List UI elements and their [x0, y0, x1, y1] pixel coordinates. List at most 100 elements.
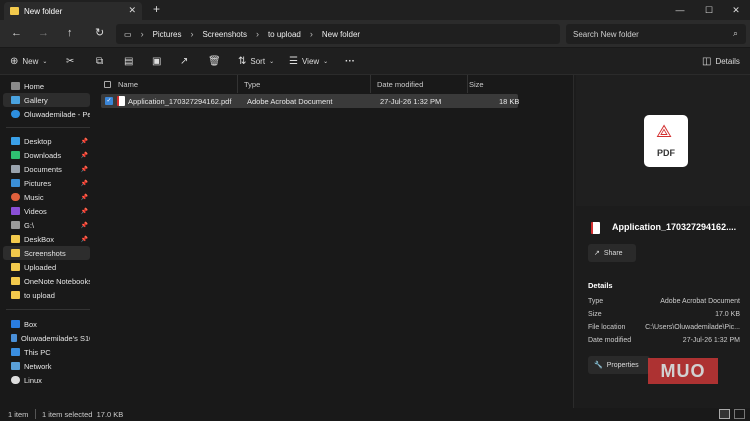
pin-icon: 📌	[80, 180, 88, 187]
sidebar-item-videos[interactable]: Videos 📌	[3, 204, 90, 218]
desktop-icon	[11, 137, 20, 145]
back-button[interactable]: ←	[11, 27, 22, 39]
pdf-file-icon	[117, 96, 125, 106]
breadcrumb-screenshots[interactable]: Screenshots	[202, 30, 246, 39]
details-pane-button[interactable]: ◫ Details	[702, 53, 740, 70]
sidebar-divider	[6, 309, 90, 310]
muo-watermark-logo: MUO	[648, 358, 718, 384]
close-window-button[interactable]: ✕	[722, 0, 750, 20]
select-all-checkbox[interactable]	[104, 80, 111, 88]
close-tab-icon[interactable]: ✕	[128, 5, 136, 16]
sidebar-item-to-upload[interactable]: to upload	[3, 288, 90, 302]
sidebar-item-gallery[interactable]: Gallery	[3, 93, 90, 107]
address-bar[interactable]: ▭ › Pictures › Screenshots › to upload ›…	[116, 24, 560, 44]
column-header-label: Size	[469, 79, 484, 89]
pdf-file-icon	[591, 222, 600, 234]
tiles-view-icon[interactable]	[734, 409, 745, 419]
sidebar-item-onedrive[interactable]: Oluwademilade - Per	[3, 107, 90, 121]
file-list: Name Type Date modified Size ✓ Applicati…	[92, 75, 572, 408]
copy-button[interactable]: ⧉	[96, 53, 103, 70]
breadcrumb-to-upload[interactable]: to upload	[268, 30, 301, 39]
sidebar-item-documents[interactable]: Documents 📌	[3, 162, 90, 176]
sort-label: Sort	[250, 57, 266, 66]
details-view-icon[interactable]	[719, 409, 730, 419]
sidebar-item-desktop[interactable]: Desktop 📌	[3, 134, 90, 148]
sort-button[interactable]: ⇅ Sort ⌄	[238, 53, 274, 70]
sidebar-item-onenote[interactable]: OneNote Notebooks	[3, 274, 90, 288]
details-file-name: Application_170327294162....	[612, 222, 737, 232]
sidebar-item-this-pc[interactable]: This PC	[3, 345, 90, 359]
phone-icon	[11, 334, 17, 342]
new-label: New	[22, 57, 39, 66]
details-share-button[interactable]: ↗ Share	[588, 244, 636, 262]
command-bar: ⊕ New ⌄ ✂ ⧉ ▤ ▣ ↗ 🗑 ⇅ Sort ⌄ ☰ View ⌄ ··…	[0, 48, 750, 75]
sidebar-item-label: Box	[24, 319, 37, 329]
breadcrumb-pictures[interactable]: Pictures	[153, 30, 182, 39]
detail-value-date-modified: 27-Jul-26 1:32 PM	[682, 337, 740, 344]
row-checkbox[interactable]: ✓	[105, 97, 113, 105]
new-tab-button[interactable]: +	[153, 2, 160, 16]
sidebar-item-label: Videos	[24, 206, 47, 216]
sidebar-item-uploaded[interactable]: Uploaded	[3, 260, 90, 274]
plus-icon: ⊕	[10, 56, 19, 67]
search-icon: ⌕	[732, 28, 738, 38]
onedrive-icon	[11, 110, 20, 118]
view-button[interactable]: ☰ View ⌄	[289, 53, 328, 70]
detail-value-location[interactable]: C:\Users\Oluwademilade\Pic...	[645, 324, 740, 331]
file-name: Application_170327294162.pdf	[128, 97, 232, 106]
search-input[interactable]: Search New folder ⌕	[566, 24, 746, 44]
up-button[interactable]: ↑	[67, 27, 73, 39]
sidebar-item-phone[interactable]: Oluwademilade's S10	[3, 331, 90, 345]
more-options-button[interactable]: ···	[345, 53, 355, 70]
sidebar-item-music[interactable]: Music 📌	[3, 190, 90, 204]
column-header-date-modified[interactable]: Date modified	[371, 75, 468, 93]
share-button[interactable]: ↗	[180, 53, 188, 70]
sidebar-item-label: to upload	[24, 290, 55, 300]
chevron-right-icon: ›	[190, 29, 194, 39]
sidebar-item-linux[interactable]: Linux	[3, 373, 90, 387]
column-header-type[interactable]: Type	[238, 75, 371, 93]
copy-icon: ⧉	[96, 56, 104, 67]
sidebar-item-box[interactable]: Box	[3, 317, 90, 331]
tab-new-folder[interactable]: New folder ✕	[4, 2, 142, 20]
sidebar-item-home[interactable]: Home	[3, 79, 90, 93]
delete-button[interactable]: 🗑	[208, 53, 221, 70]
maximize-button[interactable]: ☐	[695, 0, 723, 20]
forward-button[interactable]: →	[38, 27, 49, 39]
properties-button[interactable]: 🔧 Properties	[588, 356, 650, 374]
minimize-button[interactable]: —	[666, 0, 694, 20]
sidebar-item-network[interactable]: Network	[3, 359, 90, 373]
file-type: Adobe Acrobat Document	[247, 97, 333, 106]
home-icon	[11, 82, 20, 90]
new-button[interactable]: ⊕ New ⌄	[10, 53, 47, 70]
sidebar-item-pictures[interactable]: Pictures 📌	[3, 176, 90, 190]
trash-icon: 🗑	[208, 56, 221, 67]
column-header-name[interactable]: Name	[98, 75, 238, 93]
paste-button[interactable]: ▤	[124, 53, 133, 70]
sidebar-item-downloads[interactable]: Downloads 📌	[3, 148, 90, 162]
acrobat-logo-icon: ⟁	[656, 121, 673, 141]
column-header-size[interactable]: Size	[463, 75, 519, 93]
paste-icon: ▤	[124, 56, 134, 67]
sidebar-item-label: Screenshots	[24, 248, 66, 258]
folder-icon	[10, 7, 19, 15]
cut-button[interactable]: ✂	[66, 53, 74, 70]
folder-icon	[11, 277, 20, 285]
network-icon	[11, 362, 20, 370]
sidebar-item-label: Music	[24, 192, 44, 202]
status-divider	[35, 409, 36, 419]
pc-icon	[11, 348, 20, 356]
sidebar-item-deskbox[interactable]: DeskBox 📌	[3, 232, 90, 246]
sidebar-item-screenshots[interactable]: Screenshots	[3, 246, 90, 260]
rename-button[interactable]: ▣	[152, 53, 161, 70]
music-icon	[11, 193, 20, 201]
table-row[interactable]: ✓ Application_170327294162.pdf Adobe Acr…	[101, 94, 519, 108]
pin-icon: 📌	[80, 194, 88, 201]
downloads-icon	[11, 151, 20, 159]
breadcrumb-new-folder[interactable]: New folder	[322, 30, 360, 39]
share-icon: ↗	[180, 56, 189, 67]
column-header-label: Type	[244, 79, 261, 89]
sidebar-item-g-drive[interactable]: G:\ 📌	[3, 218, 90, 232]
sidebar-item-label: Home	[24, 81, 45, 91]
refresh-button[interactable]: ↻	[95, 27, 104, 39]
